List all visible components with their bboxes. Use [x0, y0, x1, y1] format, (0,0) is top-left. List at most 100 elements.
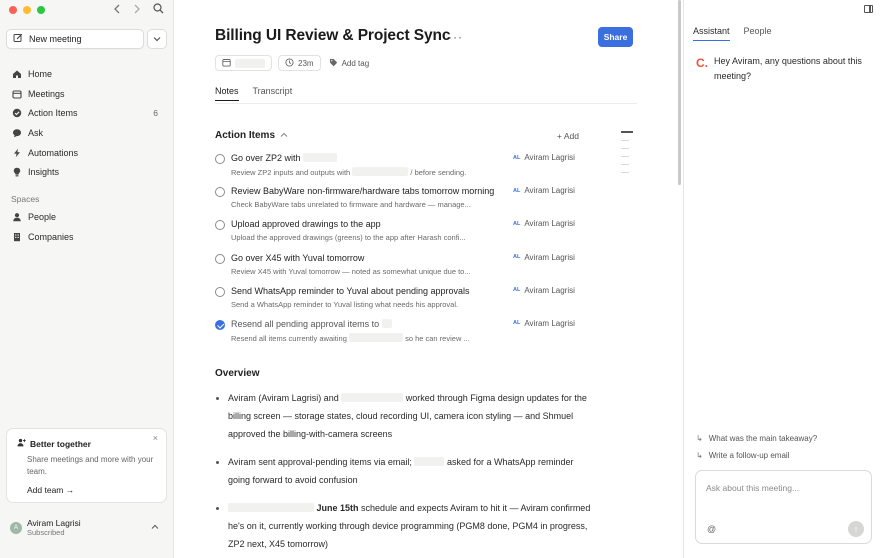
panel-tabs: Assistant People — [693, 26, 772, 41]
assignee-chip[interactable]: AL Aviram Lagrisi — [513, 186, 575, 195]
sidebar-item-automations[interactable]: Automations — [6, 143, 166, 163]
redacted-date — [235, 58, 265, 68]
action-item-description: Review ZP2 inputs and outputs with / bef… — [231, 167, 467, 177]
sidebar-item-action-items[interactable]: Action Items 6 — [6, 103, 166, 123]
action-item-title: Review BabyWare non-firmware/hardware ta… — [231, 186, 495, 197]
lightbulb-icon — [12, 167, 22, 177]
action-item-checkbox[interactable] — [215, 187, 225, 198]
ask-box: @ ↑ — [695, 470, 872, 544]
document-outline[interactable] — [621, 131, 635, 180]
calendar-icon — [222, 58, 231, 69]
tag-icon — [329, 58, 338, 69]
assignee-chip[interactable]: AL Aviram Lagrisi — [513, 219, 575, 228]
duration-value: 23m — [298, 58, 314, 68]
suggestion-item[interactable]: ↳ What was the main takeaway? — [696, 430, 817, 447]
minimize-window-button[interactable] — [23, 6, 31, 14]
action-item-title: Go over ZP2 with — [231, 153, 338, 163]
sidebar-item-label: Meetings — [28, 88, 65, 99]
action-item-title: Upload approved drawings to the app — [231, 219, 381, 230]
action-item-description: Review X45 with Yuval tomorrow — noted a… — [231, 266, 471, 276]
sidebar-item-home[interactable]: Home — [6, 64, 166, 84]
add-person-icon — [17, 438, 26, 449]
new-meeting-button[interactable]: New meeting — [6, 29, 144, 49]
spaces-heading: Spaces — [11, 194, 40, 204]
check-circle-icon — [12, 108, 22, 118]
bolt-icon — [12, 148, 22, 158]
sidebar-item-ask[interactable]: Ask — [6, 123, 166, 143]
add-tag-button[interactable]: Add tag — [327, 55, 376, 71]
page-title[interactable]: Billing UI Review & Project Sync — [215, 27, 451, 45]
sidebar-item-meetings[interactable]: Meetings — [6, 84, 166, 104]
person-icon — [12, 212, 22, 222]
action-item-title: Go over X45 with Yuval tomorrow — [231, 252, 365, 263]
overview-heading: Overview — [215, 368, 260, 379]
action-item[interactable]: Upload approved drawings to the app Uplo… — [215, 218, 587, 251]
action-item-checkbox[interactable] — [215, 220, 225, 231]
tab-notes[interactable]: Notes — [215, 86, 239, 101]
meeting-notes-view: Billing UI Review & Project Sync ··· Sha… — [175, 0, 683, 558]
date-chip[interactable] — [215, 55, 272, 71]
action-item-checkbox[interactable] — [215, 253, 225, 264]
zoom-window-button[interactable] — [37, 6, 45, 14]
add-team-link[interactable]: Add team → — [17, 485, 156, 495]
action-item[interactable]: Review BabyWare non-firmware/hardware ta… — [215, 185, 587, 218]
tab-transcript[interactable]: Transcript — [253, 86, 293, 101]
chat-bubble-icon — [12, 128, 22, 138]
action-items-heading[interactable]: Action Items — [215, 130, 288, 141]
assignee-chip[interactable]: AL Aviram Lagrisi — [513, 286, 575, 295]
action-item-checkbox-checked[interactable] — [215, 319, 225, 330]
action-item[interactable]: Go over X45 with Yuval tomorrow Review X… — [215, 252, 587, 285]
action-item-checkbox[interactable] — [215, 286, 225, 297]
assistant-panel: Assistant People C. Hey Aviram, any ques… — [683, 0, 882, 558]
add-action-item-button[interactable]: + Add — [557, 131, 579, 141]
assignee-chip[interactable]: AL Aviram Lagrisi — [513, 319, 575, 328]
mention-button[interactable]: @ — [707, 524, 716, 534]
close-icon[interactable]: × — [153, 433, 158, 443]
action-item-title: Send WhatsApp reminder to Yuval about pe… — [231, 285, 470, 296]
sidebar-item-label: People — [28, 211, 57, 222]
action-item-description: Upload the approved drawings (greens) to… — [231, 233, 466, 243]
sidebar-item-label: Insights — [28, 167, 60, 178]
action-item-description: Send a WhatsApp reminder to Yuval listin… — [231, 299, 459, 309]
promo-title-row: Better together — [17, 438, 156, 449]
duration-chip: 23m — [278, 55, 321, 71]
assignee-chip[interactable]: AL Aviram Lagrisi — [513, 253, 575, 262]
user-menu[interactable]: A Aviram Lagrisi Subscribed — [10, 518, 165, 538]
compose-icon — [13, 33, 23, 45]
sidebar-item-insights[interactable]: Insights — [6, 162, 166, 182]
new-meeting-dropdown-button[interactable] — [147, 29, 167, 49]
user-plan: Subscribed — [27, 528, 65, 537]
action-item-description: Check BabyWare tabs unrelated to firmwar… — [231, 200, 471, 210]
reply-arrow-icon: ↳ — [696, 451, 703, 460]
add-tag-label: Add tag — [341, 58, 370, 68]
panel-toggle-icon[interactable] — [864, 5, 873, 13]
suggestion-item[interactable]: ↳ Write a follow-up email — [696, 447, 817, 464]
action-items-title: Action Items — [215, 130, 276, 141]
tab-people[interactable]: People — [744, 26, 772, 41]
tab-assistant[interactable]: Assistant — [693, 26, 730, 41]
sidebar: New meeting Home Meetings Action Items 6… — [0, 0, 174, 558]
ask-input[interactable] — [706, 483, 856, 493]
back-arrow-icon[interactable] — [113, 4, 125, 14]
sidebar-item-label: Automations — [28, 147, 79, 158]
send-button[interactable]: ↑ — [848, 521, 864, 537]
sidebar-item-companies[interactable]: Companies — [6, 227, 166, 247]
scrollbar[interactable] — [678, 0, 681, 185]
more-options-icon[interactable]: ··· — [448, 30, 463, 44]
action-item-checkbox[interactable] — [215, 154, 225, 164]
action-item[interactable]: Send WhatsApp reminder to Yuval about pe… — [215, 285, 587, 318]
sidebar-item-people[interactable]: People — [6, 207, 166, 227]
sidebar-item-label: Home — [28, 68, 53, 79]
list-item: Aviram (Aviram Lagrisi) and worked throu… — [215, 389, 593, 443]
action-item[interactable]: Go over ZP2 with Review ZP2 inputs and o… — [215, 152, 587, 185]
clock-icon — [285, 57, 294, 69]
main-nav: Home Meetings Action Items 6 Ask Automat… — [6, 64, 166, 182]
share-button[interactable]: Share — [598, 27, 633, 47]
close-window-button[interactable] — [9, 6, 17, 14]
action-item[interactable]: Resend all pending approval items to Res… — [215, 318, 587, 351]
forward-arrow-icon[interactable] — [133, 4, 145, 14]
search-icon[interactable] — [153, 3, 165, 14]
assignee-chip[interactable]: AL Aviram Lagrisi — [513, 153, 575, 162]
meeting-meta: 23m Add tag — [215, 55, 375, 71]
new-meeting-label: New meeting — [29, 34, 82, 44]
